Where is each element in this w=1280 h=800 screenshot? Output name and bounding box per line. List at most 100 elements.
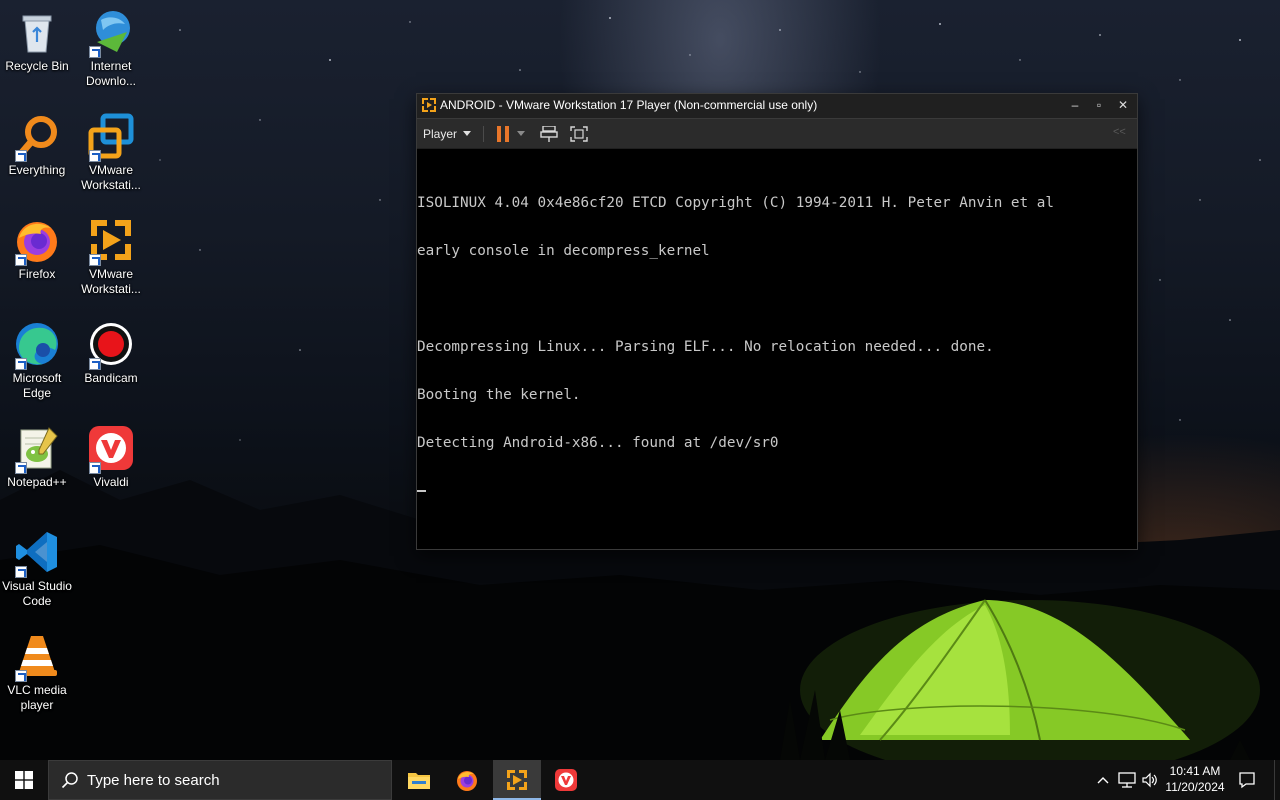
collapse-toolbar-button[interactable]: << [1113, 126, 1126, 138]
firefox-icon [457, 771, 477, 791]
vmware-player-window[interactable]: ANDROID - VMware Workstation 17 Player (… [416, 93, 1138, 550]
windows-logo-icon [15, 771, 33, 789]
search-icon [61, 772, 78, 789]
vmware-player-icon [507, 770, 527, 790]
chevron-down-icon [463, 131, 472, 136]
desktop-icon-vmware-workstation-player[interactable]: VMware Workstati... [74, 212, 148, 297]
desktop-icon-label: Firefox [18, 267, 56, 281]
shortcut-arrow-icon [89, 150, 101, 162]
shortcut-arrow-icon [89, 358, 101, 370]
desktop-icon-label: Internet Downlo... [85, 59, 137, 88]
everything-icon [13, 112, 61, 162]
console-cursor-line [417, 483, 1054, 499]
shortcut-arrow-icon [89, 254, 101, 266]
taskbar-search-box[interactable] [48, 760, 392, 800]
show-desktop-button[interactable] [1274, 760, 1280, 800]
fullscreen-button[interactable] [569, 124, 589, 144]
player-menu-button[interactable]: Player [423, 125, 472, 143]
taskbar-vmware-player[interactable] [493, 760, 541, 800]
volume-button[interactable] [1140, 760, 1160, 800]
desktop-icon-vlc-media-player[interactable]: VLC media player [0, 628, 74, 713]
shortcut-arrow-icon [89, 46, 101, 58]
console-line: Decompressing Linux... Parsing ELF... No… [417, 339, 994, 355]
start-button[interactable] [0, 760, 48, 800]
desktop-icon-label: VLC media player [7, 683, 67, 712]
desktop-icon-label: Recycle Bin [5, 59, 69, 73]
desktop-icon-bandicam[interactable]: Bandicam [74, 316, 148, 386]
desktop-icon-internet-download-manager[interactable]: Internet Downlo... [74, 4, 148, 89]
vivaldi-icon [87, 424, 135, 474]
taskbar: 10:41 AM 11/20/2024 [0, 760, 1280, 800]
taskbar-vivaldi[interactable] [542, 760, 590, 800]
desktop-icon-visual-studio-code[interactable]: Visual Studio Code [0, 524, 74, 609]
speaker-icon [1142, 772, 1157, 788]
network-icon [1118, 772, 1136, 788]
maximize-button[interactable]: ▫ [1087, 94, 1111, 116]
desktop-icon-vivaldi[interactable]: Vivaldi [74, 420, 148, 490]
console-line: Booting the kernel. [417, 387, 581, 403]
vmware-workstation-player-icon [87, 216, 135, 266]
pause-button[interactable] [493, 124, 513, 144]
desktop-icon-label: VMware Workstati... [81, 163, 141, 192]
bandicam-icon [87, 320, 135, 370]
shortcut-arrow-icon [89, 462, 101, 474]
network-button[interactable] [1116, 760, 1138, 800]
show-hidden-icons-button[interactable] [1092, 760, 1114, 800]
internet-download-manager-icon [87, 8, 135, 58]
desktop-icon-microsoft-edge[interactable]: Microsoft Edge [0, 316, 74, 401]
close-button[interactable]: ✕ [1111, 94, 1135, 116]
send-ctrl-alt-del-button[interactable] [539, 124, 559, 144]
pause-dropdown-button[interactable] [515, 124, 527, 144]
chevron-up-icon [1097, 777, 1109, 784]
desktop-icon-label: Microsoft Edge [12, 371, 62, 400]
vlc-media-player-icon [13, 632, 61, 682]
file-explorer-icon [408, 773, 430, 789]
desktop-icon-label: Notepad++ [7, 475, 67, 489]
taskbar-file-explorer[interactable] [395, 760, 443, 800]
shortcut-arrow-icon [15, 566, 27, 578]
desktop-icon-label: Vivaldi [93, 475, 129, 489]
player-menu-label: Player [423, 127, 458, 141]
player-toolbar: Player << [417, 118, 1137, 148]
firefox-icon [13, 216, 61, 266]
pause-icon [497, 126, 509, 142]
vmware-player-app-icon [422, 98, 436, 112]
toolbar-divider [483, 126, 484, 142]
desktop-icon-label: Everything [8, 163, 66, 177]
window-titlebar[interactable]: ANDROID - VMware Workstation 17 Player (… [417, 94, 1137, 116]
shortcut-arrow-icon [15, 358, 27, 370]
chevron-down-icon [517, 131, 525, 136]
desktop-icon-label: Bandicam [84, 371, 138, 385]
minimize-button[interactable]: – [1063, 94, 1087, 116]
vivaldi-icon [555, 769, 577, 791]
shortcut-arrow-icon [15, 254, 27, 266]
desktop-icon-notepad-plus-plus[interactable]: Notepad++ [0, 420, 74, 490]
microsoft-edge-icon [13, 320, 61, 370]
desktop-icon-vmware-workstation[interactable]: VMware Workstati... [74, 108, 148, 193]
notepad-plus-plus-icon [13, 424, 61, 474]
clock-time: 10:41 AM [1169, 764, 1221, 778]
text-cursor [417, 490, 426, 492]
console-line: ISOLINUX 4.04 0x4e86cf20 ETCD Copyright … [417, 195, 1054, 211]
window-title: ANDROID - VMware Workstation 17 Player (… [440, 98, 818, 112]
vmware-workstation-icon [87, 112, 135, 162]
console-output: ISOLINUX 4.04 0x4e86cf20 ETCD Copyright … [417, 163, 1054, 531]
shortcut-arrow-icon [15, 670, 27, 682]
action-center-button[interactable] [1236, 760, 1258, 800]
visual-studio-code-icon [13, 528, 61, 578]
taskbar-firefox[interactable] [443, 760, 491, 800]
desktop-icon-label: Visual Studio Code [2, 579, 72, 608]
shortcut-arrow-icon [15, 462, 27, 474]
notifications-icon [1239, 772, 1255, 789]
search-input[interactable] [87, 771, 367, 789]
console-line: Detecting Android-x86... found at /dev/s… [417, 435, 779, 451]
desktop-icon-everything[interactable]: Everything [0, 108, 74, 178]
send-keys-icon [540, 126, 558, 142]
desktop-icon-firefox[interactable]: Firefox [0, 212, 74, 282]
recycle-bin-icon [13, 8, 61, 56]
desktop-icon-recycle-bin[interactable]: Recycle Bin [0, 4, 74, 74]
vm-console-screen[interactable]: ISOLINUX 4.04 0x4e86cf20 ETCD Copyright … [417, 149, 1137, 549]
shortcut-arrow-icon [15, 150, 27, 162]
taskbar-clock[interactable]: 10:41 AM 11/20/2024 [1158, 763, 1232, 795]
